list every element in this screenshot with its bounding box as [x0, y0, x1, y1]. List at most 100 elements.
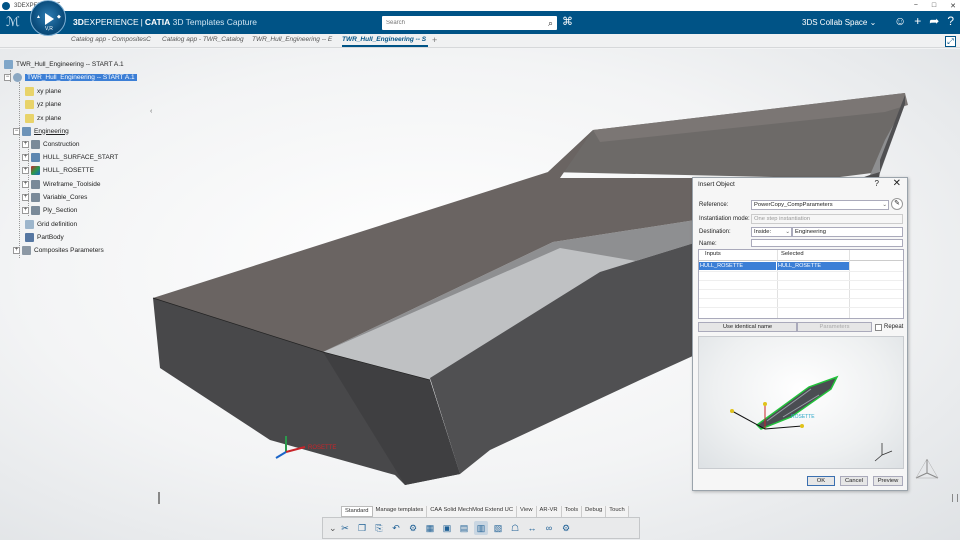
ds-logo-icon[interactable]: ℳ [6, 14, 20, 30]
tree-item-selected[interactable]: − TWR_Hull_Engineering -- START A.1 [4, 71, 137, 83]
catalog-browser-icon[interactable]: ✎ [891, 198, 903, 210]
play-icon[interactable] [45, 13, 54, 25]
expand-icon[interactable]: + [13, 246, 20, 254]
tree-label: Construction [43, 140, 80, 148]
tree-item-hull-rosette[interactable]: + HULL_ROSETTE [22, 164, 94, 176]
dialog-help-button[interactable]: ? [875, 179, 879, 188]
lock-icon[interactable]: ☖ [508, 521, 522, 535]
copy-icon[interactable]: ❐ [355, 521, 369, 535]
panel-splitter[interactable] [158, 492, 160, 504]
brand-bold: 3D [73, 17, 84, 27]
tree-item-partbody[interactable]: PartBody [25, 231, 64, 243]
expand-icon[interactable]: − [13, 127, 20, 135]
actbar-tab-touch[interactable]: Touch [606, 506, 629, 517]
actbar-tab-view[interactable]: View [517, 506, 537, 517]
catalog-icon[interactable]: ▧ [491, 521, 505, 535]
tree-item-construction[interactable]: + Construction [22, 138, 80, 150]
tree-item-grid-definition[interactable]: Grid definition [25, 218, 77, 230]
cancel-button[interactable]: Cancel [840, 476, 868, 486]
tab-hull-s[interactable]: TWR_Hull_Engineering -- S [342, 36, 428, 47]
tree-item-hull-surface[interactable]: + HULL_SURFACE_START [22, 151, 118, 163]
tree-item-ply-section[interactable]: + Ply_Section [22, 204, 77, 216]
expand-icon[interactable]: + [22, 166, 29, 174]
search-box[interactable]: ⌕ [382, 16, 557, 30]
name-field[interactable] [751, 239, 903, 247]
destination-field[interactable]: Engineering [792, 227, 903, 237]
link-icon[interactable]: ∞ [542, 521, 556, 535]
ok-button[interactable]: OK [807, 476, 835, 486]
actbar-tab-ar-vr[interactable]: AR-VR [536, 506, 562, 517]
settings-icon[interactable]: ⚙ [559, 521, 573, 535]
reference-select[interactable]: PowerCopy_CompParameters ⌄ [751, 200, 889, 210]
tree-item-wireframe[interactable]: + Wireframe_Toolside [22, 178, 100, 190]
app-name: CATIA [144, 17, 171, 27]
grid-icon [25, 219, 34, 229]
user-icon[interactable]: ☺ [894, 14, 906, 28]
tree-item-variable-cores[interactable]: + Variable_Cores [22, 191, 87, 203]
user-feature-icon[interactable]: ▣ [440, 521, 454, 535]
compass-version: V,R [45, 26, 53, 32]
tab-catalog-twr[interactable]: Catalog app - TWR_Catalog [162, 36, 248, 43]
expand-icon[interactable]: + [22, 193, 29, 201]
close-window-button[interactable]: ✕ [950, 2, 956, 10]
splitter-handle[interactable] [952, 494, 958, 502]
expand-icon[interactable]: + [22, 153, 29, 161]
update-icon[interactable]: ⚙ [406, 521, 420, 535]
collab-space-dropdown[interactable]: 3DS Collab Space ⌄ [802, 18, 876, 27]
tree-item-zx-plane[interactable]: zx plane [25, 112, 61, 124]
geoset-icon [31, 192, 40, 202]
expand-icon[interactable]: + [22, 180, 29, 188]
document-template-icon[interactable]: ▤ [457, 521, 471, 535]
tree-label: yz plane [37, 100, 62, 108]
use-identical-name-button[interactable]: Use identical name [698, 322, 797, 332]
chevron-down-icon[interactable]: ⌄ [329, 521, 337, 535]
powercopy-icon[interactable]: ▦ [423, 521, 437, 535]
reference-label: Reference: [699, 202, 729, 208]
maximize-button[interactable]: □ [932, 2, 936, 9]
instantiate-icon[interactable]: ▥ [474, 521, 488, 535]
tag-icon[interactable]: ⌘ [562, 15, 573, 28]
tree-label: Variable_Cores [43, 193, 88, 201]
tree-item-yz-plane[interactable]: yz plane [25, 98, 61, 110]
actbar-tab-debug[interactable]: Debug [582, 506, 607, 517]
expand-icon[interactable]: − [4, 73, 11, 81]
tab-catalog-composites[interactable]: Catalog app - CompositesC [71, 36, 158, 43]
fullscreen-icon[interactable]: ⤢ [945, 36, 956, 47]
actbar-tab-manage-templates[interactable]: Manage templates [372, 506, 428, 517]
tree-label: zx plane [37, 114, 62, 122]
compass-widget[interactable]: ▲ ◆ V,R [30, 0, 66, 36]
actbar-tab-standard[interactable]: Standard [341, 506, 373, 517]
instantiation-select: One step instantiation [751, 214, 903, 224]
search-input[interactable] [382, 16, 537, 30]
share-icon[interactable]: ➦ [929, 14, 939, 28]
actbar-tab-tools[interactable]: Tools [561, 506, 583, 517]
tree-item-engineering[interactable]: − Engineering [13, 125, 69, 137]
table-row-input[interactable]: HULL_ROSETTE [699, 262, 776, 270]
surface-icon [31, 152, 40, 162]
new-tab-button[interactable]: + [432, 35, 437, 45]
preview-button[interactable]: Preview [873, 476, 903, 486]
tab-hull-e[interactable]: TWR_Hull_Engineering -- E [252, 36, 338, 43]
tree-item-composites-params[interactable]: + Composites Parameters [13, 244, 104, 256]
tree-item-xy-plane[interactable]: xy plane [25, 85, 61, 97]
axis-triad-icon [915, 458, 939, 479]
expand-icon[interactable]: + [22, 206, 29, 214]
table-row-selected[interactable]: HULL_ROSETTE [777, 262, 849, 270]
search-icon[interactable]: ⌕ [548, 18, 553, 29]
paste-icon[interactable]: ⎘ [372, 521, 386, 535]
minimize-button[interactable]: − [914, 2, 918, 9]
tree-root-label: TWR_Hull_Engineering -- START A.1 [16, 60, 124, 68]
destination-mode-select[interactable]: Inside: ⌄ [751, 227, 792, 237]
tree-label: HULL_ROSETTE [43, 166, 94, 174]
actbar-tab-caa[interactable]: CAA Solid MechMod Extend UC [427, 506, 518, 517]
repeat-checkbox[interactable] [875, 324, 882, 331]
dialog-close-button[interactable]: ✕ [893, 178, 901, 189]
add-icon[interactable]: + [914, 14, 921, 28]
cut-icon[interactable]: ✂ [338, 521, 352, 535]
help-icon[interactable]: ? [947, 14, 954, 28]
collapse-tree-icon[interactable]: ‹ [150, 108, 152, 115]
measure-icon[interactable]: ↔ [525, 521, 539, 535]
expand-icon[interactable]: + [22, 140, 29, 148]
tree-root[interactable]: TWR_Hull_Engineering -- START A.1 [4, 58, 124, 70]
undo-icon[interactable]: ↶ [389, 521, 403, 535]
